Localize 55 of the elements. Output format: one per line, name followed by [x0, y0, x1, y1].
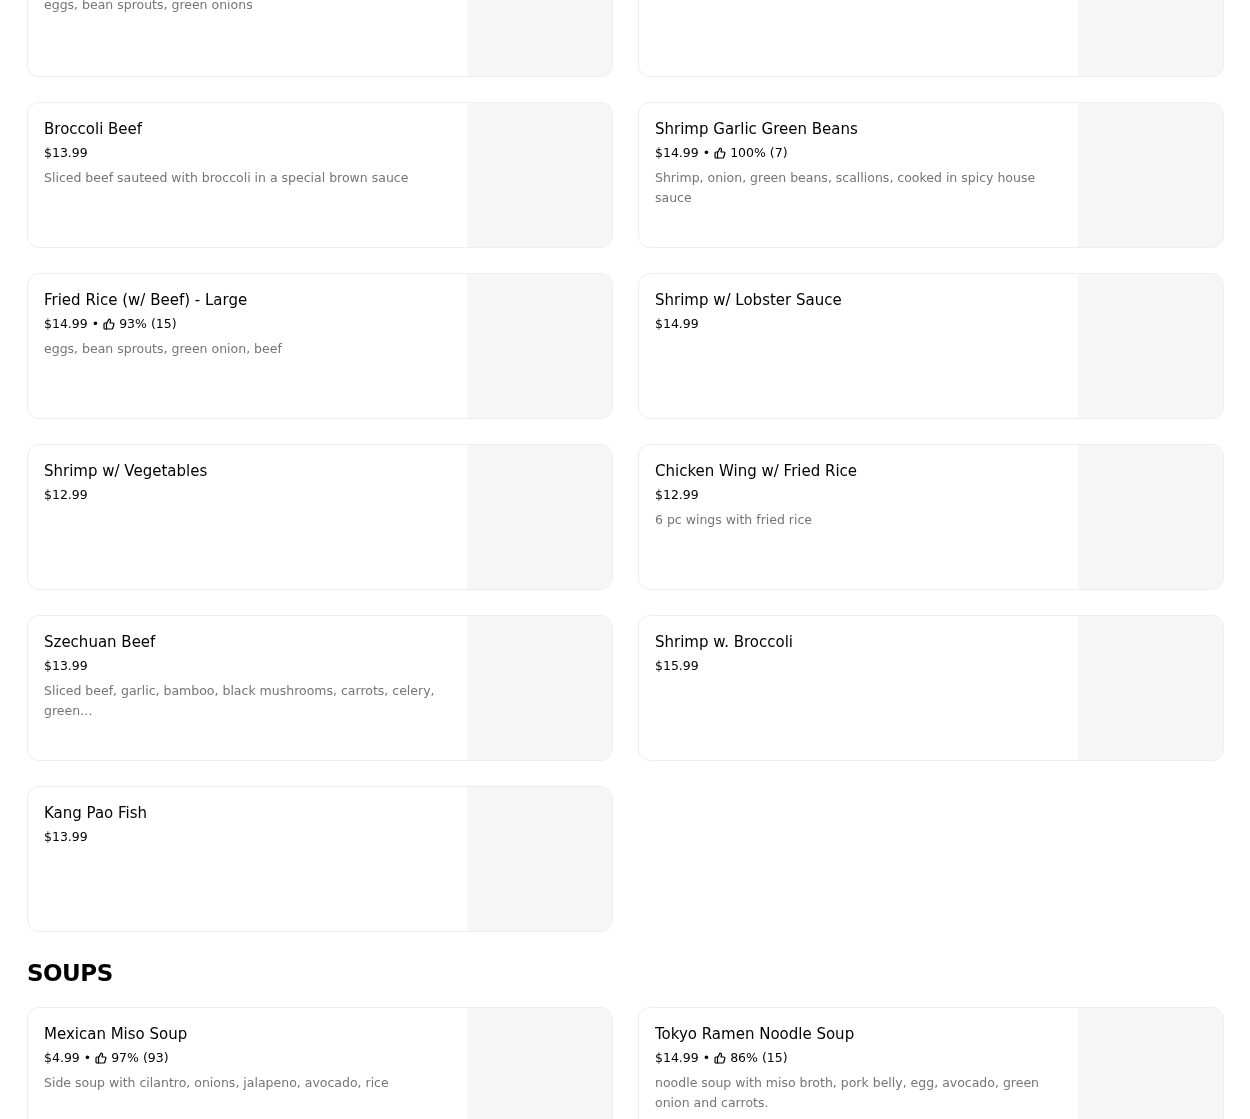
menu-item-card[interactable]: Mexican Miso Soup $4.99 • 97% (93) Side soup with cilantro, onions, jalapeno, avocado, rice: [27, 1007, 613, 1119]
menu-item-card[interactable]: eggs, bean sprouts, green onions: [27, 0, 613, 77]
menu-item-card[interactable]: Kang Pao Fish $13.99: [27, 786, 613, 932]
item-price: $14.99: [655, 315, 699, 333]
item-description: noodle soup with miso broth, pork belly, egg, avocado, green onion and carrots.: [655, 1074, 1040, 1112]
separator-dot: •: [702, 1049, 711, 1067]
menu-item-card[interactable]: Shrimp Garlic Green Beans $14.99 • 100% (7) Shrimp, onion, green beans, scallions, cooked in spicy house sauce: [638, 102, 1224, 248]
item-description: eggs, bean sprouts, green onion, beef: [44, 340, 283, 358]
separator-dot: •: [91, 315, 100, 333]
item-name: Tokyo Ramen Noodle Soup: [655, 1024, 856, 1044]
item-price: $12.99: [655, 486, 699, 504]
item-description: eggs, bean sprouts, green onions: [44, 0, 254, 14]
thumbs-up-icon: [714, 1052, 727, 1064]
item-price: $15.99: [655, 657, 699, 675]
item-price: $13.99: [44, 657, 88, 675]
item-name: Shrimp w/ Lobster Sauce: [655, 290, 843, 310]
item-description: Sliced beef sauteed with broccoli in a special brown sauce: [44, 169, 410, 187]
menu-item-card[interactable]: Shrimp w/ Lobster Sauce $14.99: [638, 273, 1224, 419]
menu-item-card[interactable]: Broccoli Beef $13.99 Sliced beef sauteed with broccoli in a special brown sauce: [27, 102, 613, 248]
thumbs-up-icon: [103, 318, 116, 330]
menu-item-card[interactable]: Chicken Wing w/ Fried Rice $12.99 6 pc wings with fried rice: [638, 444, 1224, 590]
menu-item-card[interactable]: Shrimp w/ Vegetables $12.99: [27, 444, 613, 590]
item-price: $4.99: [44, 1049, 80, 1067]
item-price: $14.99: [44, 315, 88, 333]
item-description: Sliced beef, garlic, bamboo, black mushrooms, carrots, celery, green…: [44, 682, 436, 720]
item-price: $14.99: [655, 144, 699, 162]
item-rating: 86% (15): [730, 1049, 788, 1067]
item-name: Szechuan Beef: [44, 632, 157, 652]
item-name: Shrimp w/ Vegetables: [44, 461, 209, 481]
item-description: Shrimp, onion, green beans, scallions, cooked in spicy house sauce: [655, 169, 1037, 207]
item-name: Broccoli Beef: [44, 119, 144, 139]
separator-dot: •: [83, 1049, 92, 1067]
menu-item-card[interactable]: Shrimp w. Broccoli $15.99: [638, 615, 1224, 761]
item-price: $13.99: [44, 144, 88, 162]
item-name: Shrimp Garlic Green Beans: [655, 119, 859, 139]
item-name: Chicken Wing w/ Fried Rice: [655, 461, 859, 481]
item-price: $12.99: [44, 486, 88, 504]
item-price: $14.99: [655, 1049, 699, 1067]
item-name: Shrimp w. Broccoli: [655, 632, 794, 652]
item-name: Kang Pao Fish: [44, 803, 149, 823]
separator-dot: •: [702, 144, 711, 162]
thumbs-up-icon: [714, 147, 727, 159]
item-name: Fried Rice (w/ Beef) - Large: [44, 290, 249, 310]
menu-item-card[interactable]: Tokyo Ramen Noodle Soup $14.99 • 86% (15) noodle soup with miso broth, pork belly, egg, avocado, green onion and carrots.: [638, 1007, 1224, 1119]
menu-item-card[interactable]: Fried Rice (w/ Beef) - Large $14.99 • 93% (15) eggs, bean sprouts, green onion, beef: [27, 273, 613, 419]
menu-item-card[interactable]: Szechuan Beef $13.99 Sliced beef, garlic, bamboo, black mushrooms, carrots, celery, green…: [27, 615, 613, 761]
thumbs-up-icon: [95, 1052, 108, 1064]
section-title: SOUPS: [27, 959, 114, 988]
item-rating: 100% (7): [730, 144, 788, 162]
item-rating: 97% (93): [111, 1049, 169, 1067]
item-name: Mexican Miso Soup: [44, 1024, 189, 1044]
item-price: $13.99: [44, 828, 88, 846]
item-description: Side soup with cilantro, onions, jalapeno, avocado, rice: [44, 1074, 390, 1092]
item-description: 6 pc wings with fried rice: [655, 511, 814, 529]
item-rating: 93% (15): [119, 315, 177, 333]
